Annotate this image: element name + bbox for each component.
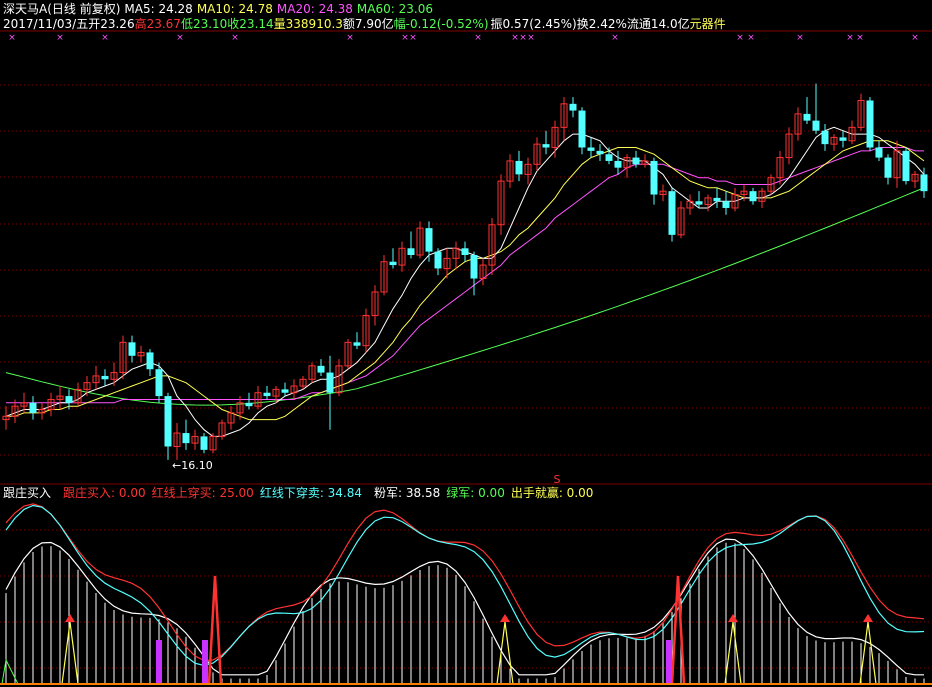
signal-arrow (65, 614, 75, 622)
buy-bar (202, 640, 208, 684)
candle-body (434, 251, 442, 269)
candle-body (605, 154, 613, 161)
candle-body (182, 433, 190, 444)
candle-body (65, 396, 73, 403)
candle-body (101, 375, 109, 380)
candle-body (578, 110, 586, 148)
event-marker: × (856, 33, 864, 43)
candle-body (569, 103, 577, 111)
candle-body (542, 144, 550, 148)
event-marker: × (736, 33, 744, 43)
candle-body (596, 150, 604, 155)
candle-body (353, 342, 361, 346)
low-price-marker: ←16.10 (172, 459, 213, 472)
candle-body (713, 197, 721, 202)
candle-body (812, 120, 820, 131)
event-marker: × (8, 33, 16, 43)
candle-body (389, 261, 397, 266)
event-marker: × (474, 33, 482, 43)
red-spike (207, 575, 223, 685)
event-marker: × (56, 33, 64, 43)
candle-body (128, 342, 136, 356)
candle-body (803, 113, 811, 121)
candle-body (884, 157, 892, 178)
candle-body (695, 201, 703, 205)
candle-body (245, 402, 253, 407)
candle-body (425, 228, 433, 252)
candle-body (200, 436, 208, 450)
candle-body (632, 157, 640, 165)
candle-body (839, 137, 847, 141)
candle-body (614, 160, 622, 168)
sell-marker: S (554, 473, 561, 486)
event-marker: × (511, 33, 519, 43)
ma10-line (6, 140, 925, 421)
event-marker: × (796, 33, 804, 43)
candle-body (650, 160, 658, 195)
event-marker: × (747, 33, 755, 43)
event-marker: × (527, 33, 535, 43)
ma5-line (5, 126, 925, 437)
kline-chart[interactable]: × × × × × × × × × × × × × × × × × × ×←16.10S (0, 0, 932, 687)
candle-body (461, 248, 469, 255)
signal-spike (496, 621, 514, 685)
signal-arrow (500, 614, 510, 622)
event-marker: × (846, 33, 854, 43)
candle-body (722, 201, 730, 208)
candle-body (920, 174, 928, 192)
event-marker: × (346, 33, 354, 43)
signal-spike (724, 621, 742, 685)
buy-bar (156, 640, 162, 684)
event-marker: × (519, 33, 527, 43)
candle-body (326, 372, 334, 393)
buy-bar (666, 640, 672, 684)
ma60-line (5, 187, 925, 406)
candle-body (902, 150, 910, 182)
event-marker: × (231, 33, 239, 43)
event-marker: × (611, 33, 619, 43)
candle-body (317, 365, 325, 373)
candle-body (749, 191, 757, 202)
candle-body (164, 396, 172, 447)
signal-arrow (863, 614, 873, 622)
signal-spike (859, 621, 877, 685)
candle-body (263, 392, 271, 397)
event-marker: × (401, 33, 409, 43)
signal-spike (61, 621, 79, 685)
event-marker: × (409, 33, 417, 43)
signal-arrow (728, 614, 738, 622)
candle-body (470, 255, 478, 279)
candle-body (875, 147, 883, 158)
candle-body (407, 248, 415, 255)
event-marker: × (176, 33, 184, 43)
candle-body (821, 130, 829, 145)
event-marker: × (911, 33, 919, 43)
event-marker: × (101, 33, 109, 43)
candle-body (146, 352, 154, 370)
candle-body (587, 147, 595, 151)
candle-body (668, 191, 676, 235)
candle-body (155, 369, 163, 397)
green-spike (1, 658, 19, 685)
candle-body (515, 160, 523, 175)
candle-body (281, 389, 289, 393)
candle-body (866, 100, 874, 148)
candle-body (29, 402, 37, 413)
